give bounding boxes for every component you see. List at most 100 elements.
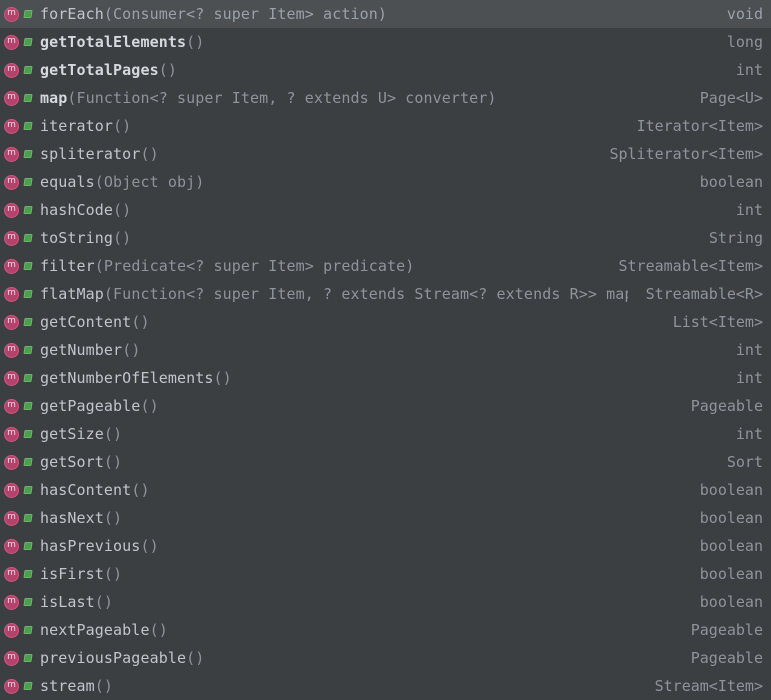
method-name: getSort [40, 453, 104, 471]
method-icon [4, 202, 19, 218]
method-name: getNumber [40, 341, 123, 359]
completion-item[interactable]: getContent() List<Item> [0, 308, 771, 336]
completion-item-signature: forEach(Consumer<? super Item> action) [40, 0, 709, 28]
public-access-icon [24, 542, 33, 551]
completion-item-signature: iterator() [40, 112, 619, 140]
completion-item[interactable]: getSort() Sort [0, 448, 771, 476]
completion-item-signature: nextPageable() [40, 616, 673, 644]
completion-item-return-type: boolean [699, 481, 763, 499]
method-parameters: () [140, 537, 159, 555]
method-name: spliterator [40, 145, 141, 163]
method-name: getTotalPages [40, 61, 159, 79]
completion-item-return-type: long [726, 33, 763, 51]
completion-item[interactable]: flatMap(Function<? super Item, ? extends… [0, 280, 771, 308]
method-parameters: (Object obj) [94, 173, 205, 191]
completion-item-return-type: Pageable [690, 621, 763, 639]
method-name: equals [40, 173, 95, 191]
method-parameters: () [94, 677, 114, 695]
method-parameters: (Function<? super Item, ? extends Stream… [103, 285, 628, 303]
completion-item[interactable]: hasPrevious() boolean [0, 532, 771, 560]
completion-item[interactable]: toString() String [0, 224, 771, 252]
completion-item[interactable]: equals(Object obj) boolean [0, 168, 771, 196]
completion-item[interactable]: nextPageable() Pageable [0, 616, 771, 644]
completion-item[interactable]: getSize() int [0, 420, 771, 448]
completion-item[interactable]: getTotalElements() long [0, 28, 771, 56]
method-icon [4, 286, 19, 302]
method-name: hasContent [40, 481, 132, 499]
completion-item-return-type: List<Item> [672, 313, 763, 331]
public-access-icon [24, 318, 33, 327]
method-icon [4, 482, 19, 498]
public-access-icon [24, 94, 33, 103]
public-access-icon [24, 178, 33, 187]
completion-item-return-type: Pageable [690, 649, 763, 667]
completion-item-signature: toString() [40, 224, 691, 252]
completion-item-signature: map(Function<? super Item, ? extends U> … [40, 84, 682, 112]
method-name: nextPageable [40, 621, 150, 639]
method-icon [4, 62, 19, 78]
completion-item[interactable]: hasContent() boolean [0, 476, 771, 504]
method-parameters: () [94, 593, 114, 611]
method-name: getTotalElements [40, 33, 187, 51]
method-name: toString [40, 229, 114, 247]
completion-item-signature: flatMap(Function<? super Item, ? extends… [40, 280, 628, 308]
completion-item[interactable]: filter(Predicate<? super Item> predicate… [0, 252, 771, 280]
method-name: flatMap [40, 285, 104, 303]
public-access-icon [24, 486, 33, 495]
method-icon [4, 538, 19, 554]
public-access-icon [24, 10, 33, 19]
completion-item[interactable]: getNumberOfElements() int [0, 364, 771, 392]
completion-item-signature: getNumberOfElements() [40, 364, 718, 392]
completion-item[interactable]: spliterator() Spliterator<Item> [0, 140, 771, 168]
completion-item[interactable]: iterator() Iterator<Item> [0, 112, 771, 140]
completion-item[interactable]: previousPageable() Pageable [0, 644, 771, 672]
completion-item[interactable]: isFirst() boolean [0, 560, 771, 588]
completion-item[interactable]: map(Function<? super Item, ? extends U> … [0, 84, 771, 112]
method-name: hashCode [40, 201, 114, 219]
completion-item-signature: hashCode() [40, 196, 718, 224]
public-access-icon [24, 598, 33, 607]
completion-item[interactable]: getNumber() int [0, 336, 771, 364]
method-icon [4, 678, 19, 694]
completion-item-return-type: Pageable [690, 397, 763, 415]
completion-item[interactable]: stream() Stream<Item> [0, 672, 771, 700]
code-completion-popup[interactable]: forEach(Consumer<? super Item> action) vo… [0, 0, 771, 700]
method-name: filter [40, 257, 95, 275]
completion-item[interactable]: hashCode() int [0, 196, 771, 224]
completion-item[interactable]: getPageable() Pageable [0, 392, 771, 420]
public-access-icon [24, 430, 33, 439]
completion-item[interactable]: hasNext() boolean [0, 504, 771, 532]
completion-item-signature: hasPrevious() [40, 532, 682, 560]
method-name: getPageable [40, 397, 141, 415]
method-icon [4, 174, 19, 190]
method-icon [4, 118, 19, 134]
method-icon [4, 650, 19, 666]
public-access-icon [24, 570, 33, 579]
method-parameters: (Consumer<? super Item> action) [103, 5, 387, 23]
completion-item-return-type: int [735, 369, 763, 387]
method-name: iterator [40, 117, 114, 135]
completion-item[interactable]: forEach(Consumer<? super Item> action) vo… [0, 0, 771, 28]
method-icon [4, 90, 19, 106]
method-icon [4, 510, 19, 526]
completion-item[interactable]: getTotalPages() int [0, 56, 771, 84]
completion-item-return-type: boolean [699, 537, 763, 555]
public-access-icon [24, 290, 33, 299]
completion-item-signature: isLast() [40, 588, 682, 616]
completion-item-signature: getSize() [40, 420, 718, 448]
method-parameters: () [186, 649, 205, 667]
method-parameters: () [103, 453, 123, 471]
method-parameters: () [186, 33, 205, 51]
completion-item-signature: previousPageable() [40, 644, 673, 672]
completion-item-return-type: Stream<Item> [654, 677, 763, 695]
completion-item-return-type: int [735, 201, 763, 219]
completion-item[interactable]: isLast() boolean [0, 588, 771, 616]
public-access-icon [24, 122, 33, 131]
method-icon [4, 426, 19, 442]
method-parameters: () [122, 341, 141, 359]
completion-item-return-type: boolean [699, 173, 763, 191]
public-access-icon [24, 402, 33, 411]
public-access-icon [24, 514, 33, 523]
completion-item-return-type: String [708, 229, 763, 247]
completion-item-return-type: Streamable<Item> [618, 257, 764, 275]
